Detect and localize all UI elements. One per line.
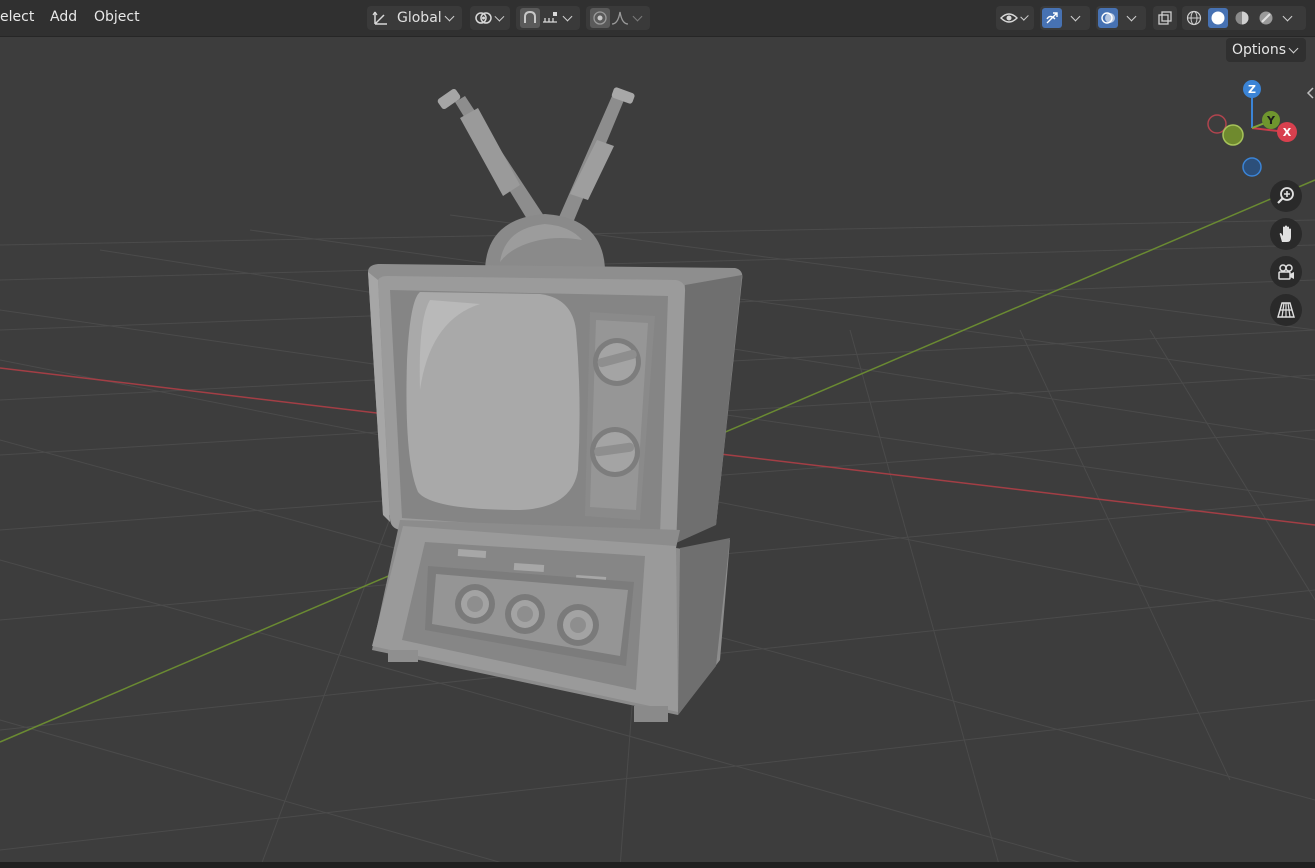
visibility-dropdown[interactable]: [996, 6, 1034, 30]
overlay-icon[interactable]: [1098, 8, 1118, 28]
hand-pan-icon: [1276, 224, 1296, 244]
zoom-button[interactable]: [1270, 180, 1302, 212]
viewport-header: elect Add Object Global: [0, 0, 1315, 37]
xray-toggle[interactable]: [1153, 6, 1177, 30]
chevron-down-icon[interactable]: [1126, 11, 1137, 22]
transform-orientation-label: Global: [397, 10, 442, 26]
gizmo-icon[interactable]: [1042, 8, 1062, 28]
rendered-shading-icon[interactable]: [1256, 8, 1276, 28]
perspective-toggle-button[interactable]: [1270, 294, 1302, 326]
viewport-bottom-border: [0, 862, 1315, 868]
falloff-curve-icon[interactable]: [610, 8, 630, 28]
solid-shading-icon[interactable]: [1208, 8, 1228, 28]
camera-icon: [1276, 262, 1296, 282]
gizmo-y-label: Y: [1266, 114, 1276, 127]
pan-button[interactable]: [1270, 218, 1302, 250]
overlay-toggle-group: [1096, 6, 1146, 30]
snap-group: [516, 6, 580, 30]
menu-object[interactable]: Object: [94, 9, 140, 25]
chevron-down-icon[interactable]: [632, 11, 643, 22]
chevron-down-icon: [1020, 12, 1029, 21]
options-label: Options: [1231, 42, 1287, 58]
proportional-editing-group: [586, 6, 650, 30]
gizmo-z-label: Z: [1248, 83, 1256, 96]
chevron-down-icon: [444, 11, 455, 22]
snap-increment-icon[interactable]: [540, 8, 560, 28]
chevron-down-icon: [494, 11, 505, 22]
xray-icon: [1155, 8, 1175, 28]
transform-orientation-dropdown[interactable]: Global: [367, 6, 462, 30]
tv-cabinet: [368, 264, 743, 548]
gizmo-neg-y: [1222, 124, 1244, 146]
zoom-icon: [1276, 186, 1296, 206]
gizmo-toggle-group: [1040, 6, 1090, 30]
gizmo-neg-z: [1242, 157, 1262, 177]
material-shading-icon[interactable]: [1232, 8, 1252, 28]
visibility-icon: [1000, 8, 1018, 28]
pivot-icon: [474, 8, 492, 28]
menu-add[interactable]: Add: [50, 9, 77, 25]
transform-orientation-icon: [371, 8, 391, 28]
snap-magnet-icon[interactable]: [520, 8, 540, 28]
menu-select[interactable]: elect: [0, 9, 34, 25]
options-dropdown[interactable]: Options: [1226, 38, 1306, 62]
proportional-editing-icon[interactable]: [590, 8, 610, 28]
perspective-grid-icon: [1276, 300, 1296, 320]
chevron-down-icon[interactable]: [1070, 11, 1081, 22]
pivot-point-dropdown[interactable]: [470, 6, 510, 30]
camera-view-button[interactable]: [1270, 256, 1302, 288]
wireframe-shading-icon[interactable]: [1184, 8, 1204, 28]
chevron-down-icon: [1288, 43, 1299, 54]
gizmo-x-label: X: [1283, 126, 1292, 139]
chevron-down-icon[interactable]: [1282, 11, 1293, 22]
3d-viewport[interactable]: Z Y X: [0, 0, 1315, 868]
shading-mode-group: [1182, 6, 1306, 30]
chevron-down-icon[interactable]: [562, 11, 573, 22]
